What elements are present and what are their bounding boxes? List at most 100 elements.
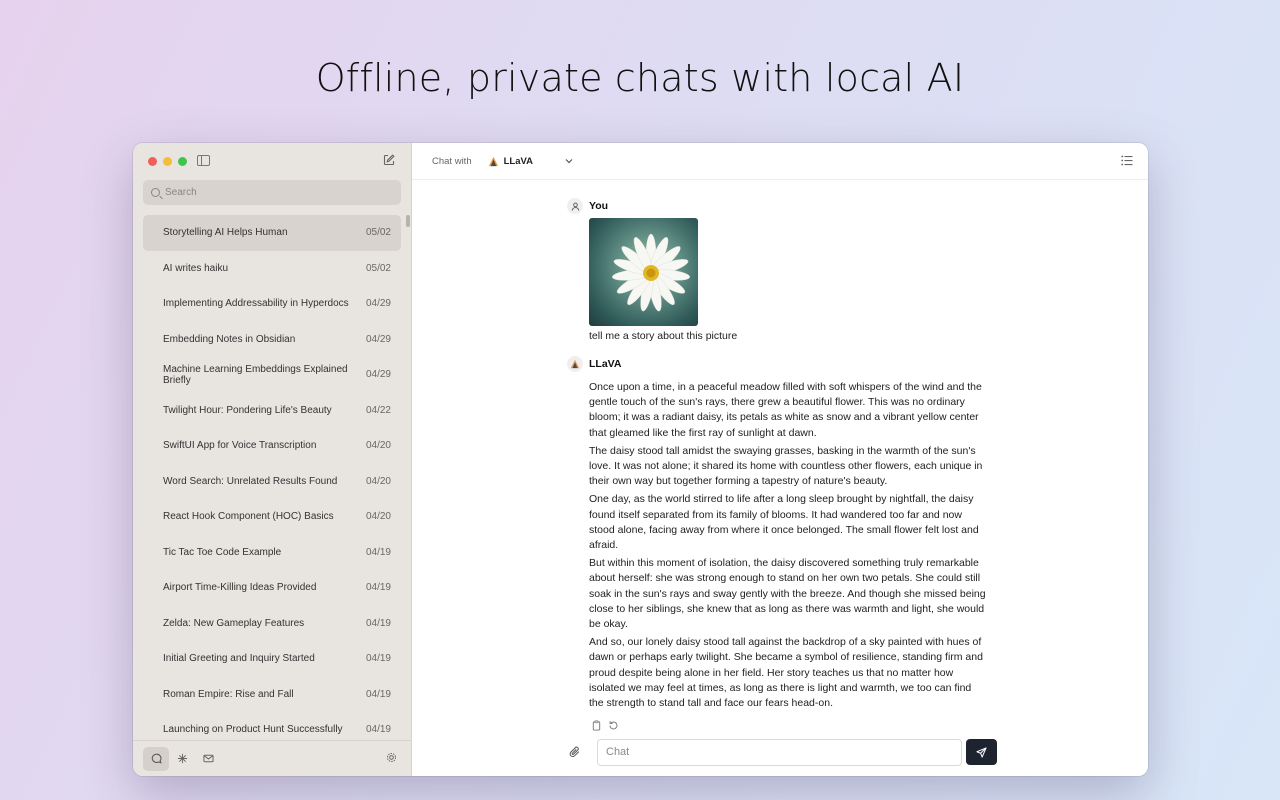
chat-list-item[interactable]: Roman Empire: Rise and Fall 04/19 [143, 677, 401, 713]
copy-icon[interactable] [591, 720, 602, 731]
chat-list-item[interactable]: SwiftUI App for Voice Transcription 04/20 [143, 428, 401, 464]
chat-title: Zelda: New Gameplay Features [163, 618, 304, 629]
daisy-image-icon [589, 218, 698, 326]
user-message-text: tell me a story about this picture [589, 330, 987, 342]
composer [567, 738, 1012, 766]
zoom-window-button[interactable] [178, 157, 187, 166]
chat-with-label: Chat with [432, 156, 472, 167]
search-bar[interactable] [143, 180, 401, 205]
chat-date: 05/02 [366, 227, 391, 238]
hero-title: Offline, private chats with local AI [0, 56, 1280, 100]
chat-list-item[interactable]: Embedding Notes in Obsidian 04/29 [143, 322, 401, 358]
app-window: Storytelling AI Helps Human05/02AI write… [133, 143, 1148, 776]
chat-title: Roman Empire: Rise and Fall [163, 689, 294, 700]
chat-date: 04/29 [366, 298, 391, 309]
chat-date: 04/19 [366, 653, 391, 664]
close-window-button[interactable] [148, 157, 157, 166]
chat-list-item[interactable]: Initial Greeting and Inquiry Started 04/1… [143, 641, 401, 677]
main-pane: Chat with LLaVA [412, 143, 1148, 776]
chat-list-item[interactable]: Twilight Hour: Pondering Life's Beauty 04… [143, 393, 401, 429]
chat-list-item[interactable]: Tic Tac Toe Code Example 04/19 [143, 535, 401, 571]
chat-list-item[interactable]: Zelda: New Gameplay Features 04/19 [143, 606, 401, 642]
chat-date: 04/19 [366, 724, 391, 735]
sidebar-toggle-icon[interactable] [197, 155, 210, 166]
chats-tab-button[interactable] [143, 747, 169, 771]
chat-list-item[interactable]: Airport Time-Killing Ideas Provided 04/19 [143, 570, 401, 606]
regenerate-icon[interactable] [608, 720, 619, 731]
chat-list-item[interactable]: Machine Learning Embeddings Explained Br… [143, 357, 401, 393]
chat-list-item[interactable]: Word Search: Unrelated Results Found 04/2… [143, 464, 401, 500]
bot-paragraph: And so, our lonely daisy stood tall agai… [589, 635, 987, 711]
chat-date: 04/20 [366, 476, 391, 487]
chat-title: Word Search: Unrelated Results Found [163, 476, 337, 487]
model-name: LLaVA [504, 156, 533, 167]
bot-message-text: Once upon a time, in a peaceful meadow f… [589, 380, 987, 711]
bot-message-header: LLaVA [567, 356, 987, 372]
models-tab-button[interactable] [169, 747, 195, 771]
chat-date: 04/19 [366, 618, 391, 629]
new-chat-icon[interactable] [383, 154, 395, 166]
chevron-down-icon [565, 158, 573, 164]
chat-list-item[interactable]: Implementing Addressability in Hyperdocs… [143, 286, 401, 322]
chat-list: Storytelling AI Helps Human05/02AI write… [143, 215, 401, 748]
chat-title: Initial Greeting and Inquiry Started [163, 653, 315, 664]
chat-title: Implementing Addressability in Hyperdocs [163, 298, 349, 309]
chat-title: React Hook Component (HOC) Basics [163, 511, 334, 522]
bot-avatar [567, 356, 583, 372]
bot-paragraph: The daisy stood tall amidst the swaying … [589, 444, 987, 490]
sparkle-icon [177, 753, 188, 764]
chat-date: 04/19 [366, 689, 391, 700]
chat-date: 04/19 [366, 582, 391, 593]
chat-title: Machine Learning Embeddings Explained Br… [163, 364, 366, 386]
chat-date: 04/20 [366, 511, 391, 522]
llama-icon [570, 359, 580, 369]
bot-paragraph: But within this moment of isolation, the… [589, 556, 987, 632]
user-avatar [567, 198, 583, 214]
chat-title: Tic Tac Toe Code Example [163, 547, 281, 558]
model-selector[interactable]: LLaVA [488, 156, 573, 167]
chat-date: 04/19 [366, 547, 391, 558]
message-actions [591, 720, 987, 731]
bot-paragraph: Once upon a time, in a peaceful meadow f… [589, 380, 987, 441]
chat-list-item[interactable]: AI writes haiku05/02 [143, 251, 401, 287]
chat-date: 04/29 [366, 369, 391, 380]
list-icon[interactable] [1121, 155, 1133, 166]
chat-date: 04/22 [366, 405, 391, 416]
user-message-header: You [567, 198, 987, 214]
chat-title: Storytelling AI Helps Human [163, 227, 288, 238]
search-input[interactable] [165, 187, 385, 198]
chat-title: Launching on Product Hunt Successfully [163, 724, 343, 735]
window-controls [148, 157, 187, 166]
chat-input[interactable] [597, 739, 962, 766]
mail-icon [203, 753, 214, 764]
attached-image[interactable] [589, 218, 698, 326]
chat-title: Twilight Hour: Pondering Life's Beauty [163, 405, 332, 416]
chat-title: Airport Time-Killing Ideas Provided [163, 582, 316, 593]
send-button[interactable] [966, 739, 997, 765]
minimize-window-button[interactable] [163, 157, 172, 166]
chat-date: 04/29 [366, 334, 391, 345]
user-name: You [589, 200, 608, 212]
feedback-tab-button[interactable] [195, 747, 221, 771]
chat-title: SwiftUI App for Voice Transcription [163, 440, 316, 451]
chat-date: 04/20 [366, 440, 391, 451]
message-thread: You [567, 198, 987, 731]
chat-bubble-icon [151, 753, 162, 764]
person-icon [571, 202, 580, 211]
gear-icon[interactable] [386, 752, 397, 763]
sidebar-footer [133, 740, 411, 776]
chat-list-item[interactable]: React Hook Component (HOC) Basics 04/20 [143, 499, 401, 535]
paperclip-icon [569, 746, 581, 758]
attach-button[interactable] [567, 746, 583, 758]
top-bar: Chat with LLaVA [412, 143, 1148, 180]
llama-icon [488, 156, 499, 167]
sidebar: Storytelling AI Helps Human05/02AI write… [133, 143, 412, 776]
search-icon [151, 188, 160, 197]
send-icon [976, 747, 987, 758]
chat-date: 05/02 [366, 263, 391, 274]
chat-title: Embedding Notes in Obsidian [163, 334, 295, 345]
bot-name: LLaVA [589, 358, 621, 370]
sidebar-scrollbar[interactable] [406, 215, 410, 227]
bot-paragraph: One day, as the world stirred to life af… [589, 492, 987, 553]
chat-list-item[interactable]: Storytelling AI Helps Human 05/02 [143, 215, 401, 251]
